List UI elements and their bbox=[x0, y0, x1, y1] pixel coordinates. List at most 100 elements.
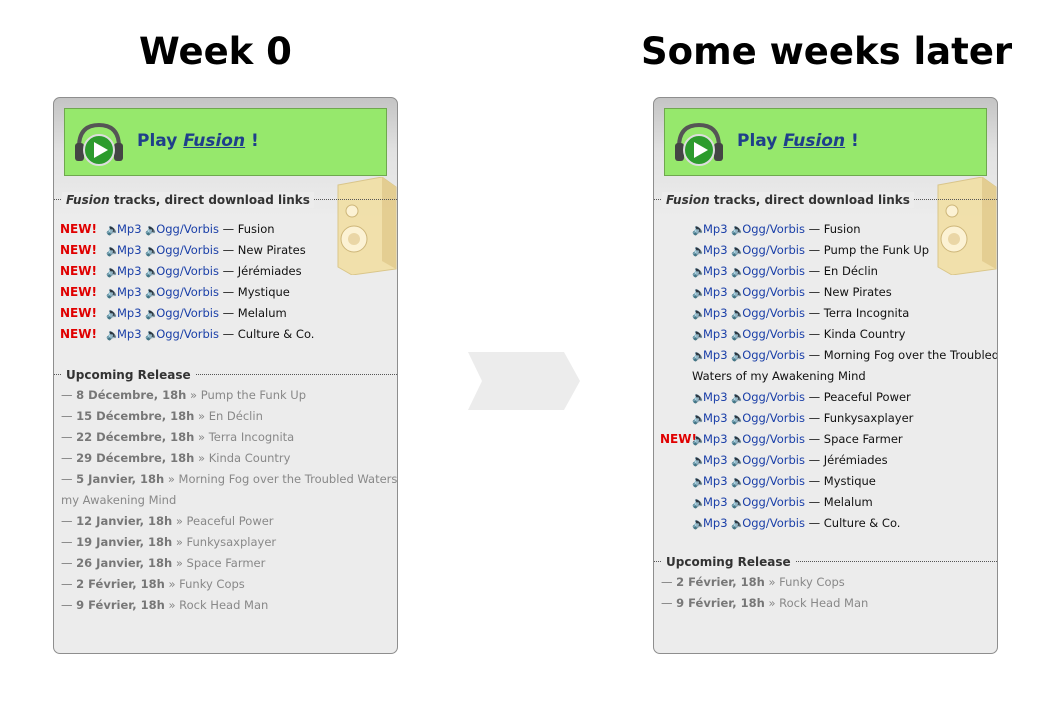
audio-speaker-icon[interactable]: 🔈 bbox=[145, 324, 159, 345]
mp3-link[interactable]: Mp3 bbox=[703, 306, 728, 320]
ogg-link[interactable]: Ogg/Vorbis bbox=[742, 432, 805, 446]
ogg-link[interactable]: Ogg/Vorbis bbox=[742, 390, 805, 404]
mp3-link[interactable]: Mp3 bbox=[117, 327, 142, 341]
play-banner[interactable]: Play Fusion ! bbox=[664, 108, 987, 176]
audio-speaker-icon[interactable]: 🔈 bbox=[145, 303, 159, 324]
mp3-link[interactable]: Mp3 bbox=[117, 306, 142, 320]
audio-speaker-icon[interactable]: 🔈 bbox=[692, 492, 706, 513]
audio-speaker-icon[interactable]: 🔈 bbox=[692, 261, 706, 282]
audio-speaker-icon[interactable]: 🔈 bbox=[731, 303, 745, 324]
audio-speaker-icon[interactable]: 🔈 bbox=[731, 387, 745, 408]
mp3-link[interactable]: Mp3 bbox=[703, 516, 728, 530]
ogg-link[interactable]: Ogg/Vorbis bbox=[742, 348, 805, 362]
audio-speaker-icon[interactable]: 🔈 bbox=[731, 261, 745, 282]
mp3-link[interactable]: Mp3 bbox=[703, 222, 728, 236]
track-title: — Culture & Co. bbox=[804, 516, 901, 530]
audio-speaker-icon[interactable]: 🔈 bbox=[731, 450, 745, 471]
mp3-link[interactable]: Mp3 bbox=[117, 264, 142, 278]
audio-speaker-icon[interactable]: 🔈 bbox=[145, 240, 159, 261]
audio-speaker-icon[interactable]: 🔈 bbox=[692, 219, 706, 240]
audio-speaker-icon[interactable]: 🔈 bbox=[731, 513, 745, 534]
ogg-link[interactable]: Ogg/Vorbis bbox=[742, 222, 805, 236]
audio-speaker-icon[interactable]: 🔈 bbox=[692, 450, 706, 471]
ogg-link[interactable]: Ogg/Vorbis bbox=[742, 474, 805, 488]
audio-speaker-icon[interactable]: 🔈 bbox=[692, 240, 706, 261]
mp3-link[interactable]: Mp3 bbox=[703, 495, 728, 509]
audio-speaker-icon[interactable]: 🔈 bbox=[731, 471, 745, 492]
audio-speaker-icon[interactable]: 🔈 bbox=[106, 324, 120, 345]
ogg-link[interactable]: Ogg/Vorbis bbox=[742, 453, 805, 467]
mp3-link[interactable]: Mp3 bbox=[117, 222, 142, 236]
list-item: 🔈Mp3 🔈Ogg/Vorbis — Culture & Co. bbox=[692, 513, 900, 534]
audio-speaker-icon[interactable]: 🔈 bbox=[731, 408, 745, 429]
audio-speaker-icon[interactable]: 🔈 bbox=[692, 282, 706, 303]
upcoming-section-title: Upcoming Release bbox=[654, 554, 997, 570]
ogg-link[interactable]: Ogg/Vorbis bbox=[742, 264, 805, 278]
audio-speaker-icon[interactable]: 🔈 bbox=[692, 471, 706, 492]
ogg-link[interactable]: Ogg/Vorbis bbox=[742, 327, 805, 341]
audio-speaker-icon[interactable]: 🔈 bbox=[692, 303, 706, 324]
audio-speaker-icon[interactable]: 🔈 bbox=[692, 387, 706, 408]
audio-speaker-icon[interactable]: 🔈 bbox=[106, 261, 120, 282]
ogg-link[interactable]: Ogg/Vorbis bbox=[742, 306, 805, 320]
mp3-link[interactable]: Mp3 bbox=[117, 285, 142, 299]
release-title: » Funky Cops bbox=[164, 577, 245, 591]
audio-speaker-icon[interactable]: 🔈 bbox=[145, 219, 159, 240]
audio-speaker-icon[interactable]: 🔈 bbox=[145, 261, 159, 282]
mp3-link[interactable]: Mp3 bbox=[703, 243, 728, 257]
ogg-link[interactable]: Ogg/Vorbis bbox=[742, 243, 805, 257]
mp3-link[interactable]: Mp3 bbox=[703, 390, 728, 404]
track-title: — Mystique bbox=[218, 285, 290, 299]
audio-speaker-icon[interactable]: 🔈 bbox=[106, 219, 120, 240]
list-item: 🔈Mp3 🔈Ogg/Vorbis — New Pirates bbox=[106, 240, 306, 261]
play-album-link[interactable]: Fusion bbox=[783, 131, 845, 151]
list-item: 🔈Mp3 🔈Ogg/Vorbis — New Pirates bbox=[692, 282, 892, 303]
audio-speaker-icon[interactable]: 🔈 bbox=[106, 282, 120, 303]
ogg-link[interactable]: Ogg/Vorbis bbox=[156, 222, 219, 236]
audio-speaker-icon[interactable]: 🔈 bbox=[731, 324, 745, 345]
audio-speaker-icon[interactable]: 🔈 bbox=[106, 303, 120, 324]
ogg-link[interactable]: Ogg/Vorbis bbox=[156, 327, 219, 341]
audio-speaker-icon[interactable]: 🔈 bbox=[731, 282, 745, 303]
headphones-play-icon[interactable] bbox=[73, 121, 125, 167]
audio-speaker-icon[interactable]: 🔈 bbox=[692, 513, 706, 534]
audio-speaker-icon[interactable]: 🔈 bbox=[731, 219, 745, 240]
mp3-link[interactable]: Mp3 bbox=[703, 264, 728, 278]
track-title: — En Déclin bbox=[804, 264, 878, 278]
release-title-continued: my Awakening Mind bbox=[61, 490, 176, 511]
audio-speaker-icon[interactable]: 🔈 bbox=[692, 429, 706, 450]
ogg-link[interactable]: Ogg/Vorbis bbox=[742, 285, 805, 299]
audio-speaker-icon[interactable]: 🔈 bbox=[731, 492, 745, 513]
ogg-link[interactable]: Ogg/Vorbis bbox=[742, 411, 805, 425]
mp3-link[interactable]: Mp3 bbox=[703, 285, 728, 299]
headphones-play-icon[interactable] bbox=[673, 121, 725, 167]
mp3-link[interactable]: Mp3 bbox=[703, 348, 728, 362]
audio-speaker-icon[interactable]: 🔈 bbox=[731, 429, 745, 450]
audio-speaker-icon[interactable]: 🔈 bbox=[731, 345, 745, 366]
audio-speaker-icon[interactable]: 🔈 bbox=[692, 324, 706, 345]
audio-speaker-icon[interactable]: 🔈 bbox=[145, 282, 159, 303]
play-banner[interactable]: Play Fusion ! bbox=[64, 108, 387, 176]
mp3-link[interactable]: Mp3 bbox=[703, 474, 728, 488]
audio-speaker-icon[interactable]: 🔈 bbox=[692, 345, 706, 366]
ogg-link[interactable]: Ogg/Vorbis bbox=[156, 264, 219, 278]
ogg-link[interactable]: Ogg/Vorbis bbox=[742, 516, 805, 530]
release-date: 8 Décembre, 18h bbox=[76, 388, 187, 402]
play-album-link[interactable]: Fusion bbox=[183, 131, 245, 151]
play-prefix: Play bbox=[137, 131, 184, 151]
mp3-link[interactable]: Mp3 bbox=[703, 327, 728, 341]
audio-speaker-icon[interactable]: 🔈 bbox=[106, 240, 120, 261]
audio-speaker-icon[interactable]: 🔈 bbox=[731, 240, 745, 261]
release-title: my Awakening Mind bbox=[61, 493, 177, 507]
mp3-link[interactable]: Mp3 bbox=[117, 243, 142, 257]
audio-speaker-icon[interactable]: 🔈 bbox=[692, 408, 706, 429]
track-title: — New Pirates bbox=[218, 243, 306, 257]
mp3-link[interactable]: Mp3 bbox=[703, 411, 728, 425]
mp3-link[interactable]: Mp3 bbox=[703, 453, 728, 467]
ogg-link[interactable]: Ogg/Vorbis bbox=[156, 243, 219, 257]
ogg-link[interactable]: Ogg/Vorbis bbox=[156, 285, 219, 299]
mp3-link[interactable]: Mp3 bbox=[703, 432, 728, 446]
track-title: — Peaceful Power bbox=[804, 390, 911, 404]
ogg-link[interactable]: Ogg/Vorbis bbox=[156, 306, 219, 320]
ogg-link[interactable]: Ogg/Vorbis bbox=[742, 495, 805, 509]
